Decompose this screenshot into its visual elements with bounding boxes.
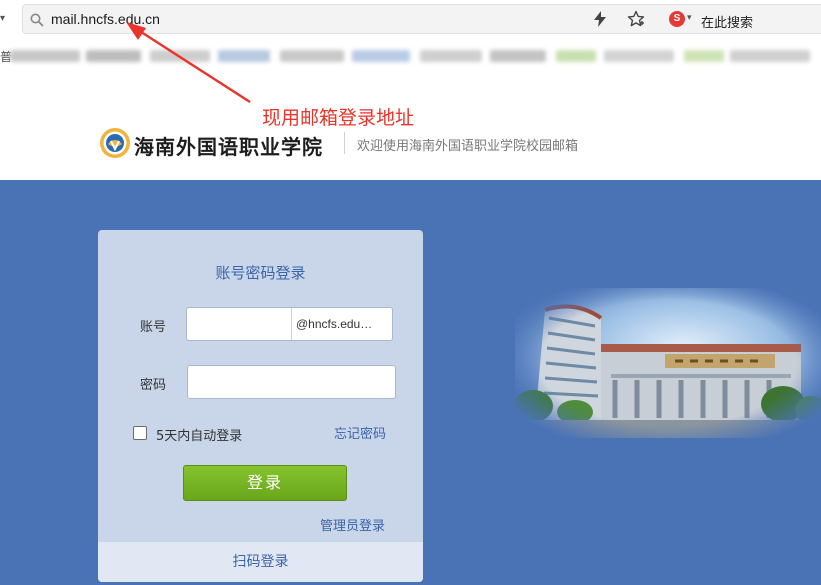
bookmark-item[interactable] [684,50,724,62]
login-banner: 账号密码登录 账号 @hncfs.edu… 密码 5天内自动登录 忘记密码 登录… [0,180,821,585]
bookmark-item[interactable] [352,50,410,62]
chevron-down-icon[interactable]: ▾ [687,13,692,23]
forgot-password-link[interactable]: 忘记密码 [334,423,386,442]
url-text[interactable]: mail.hncfs.edu.cn [51,11,160,27]
account-label: 账号 [140,320,167,335]
account-domain-suffix: @hncfs.edu… [291,308,392,340]
search-engine-icon[interactable]: S [669,11,685,27]
account-field: @hncfs.edu… [186,307,393,341]
campus-photo [515,288,821,438]
password-label: 密码 [140,378,167,393]
browser-window: ▾ mail.hncfs.edu.cn S ▾ 在此搜索 普 现用邮箱登录地址 … [0,0,821,585]
school-emblem-icon [99,127,131,159]
bookmark-item[interactable] [86,50,141,62]
chevron-down-icon[interactable]: ▾ [0,13,5,24]
browser-toolbar: ▾ mail.hncfs.edu.cn S ▾ 在此搜索 [0,0,821,40]
bookmark-item[interactable] [490,50,546,62]
admin-login-link[interactable]: 管理员登录 [320,515,385,534]
login-card-title: 账号密码登录 [215,264,306,282]
qr-login-tab[interactable]: 扫码登录 [98,542,423,582]
school-name: 海南外国语职业学院 [134,135,323,159]
bookmark-item[interactable] [730,50,810,62]
account-input[interactable] [187,308,291,340]
bookmark-item[interactable] [556,50,596,62]
mail-site-header: 海南外国语职业学院 欢迎使用海南外国语职业学院校园邮箱 [0,126,821,180]
welcome-text: 欢迎使用海南外国语职业学院校园邮箱 [357,139,579,154]
password-input[interactable] [187,365,396,399]
remember-login-label[interactable]: 5天内自动登录 [156,425,242,444]
bookmarks-bar: 普 [0,44,821,66]
remember-login-checkbox[interactable] [133,426,147,440]
bookmark-item[interactable] [218,50,270,62]
login-card: 账号密码登录 账号 @hncfs.edu… 密码 5天内自动登录 忘记密码 登录… [98,230,423,582]
bolt-icon[interactable] [591,10,609,28]
login-button[interactable]: 登录 [183,465,347,501]
bookmark-item[interactable] [604,50,674,62]
bookmark-item[interactable] [420,50,482,62]
search-icon [29,12,45,28]
bookmark-item[interactable] [280,50,344,62]
bookmark-item[interactable] [10,50,80,62]
search-box-placeholder[interactable]: 在此搜索 [701,12,753,31]
address-bar[interactable]: mail.hncfs.edu.cn S ▾ 在此搜索 [22,4,821,34]
star-icon[interactable] [627,10,645,28]
bookmark-item[interactable] [150,50,210,62]
header-divider [344,132,345,154]
